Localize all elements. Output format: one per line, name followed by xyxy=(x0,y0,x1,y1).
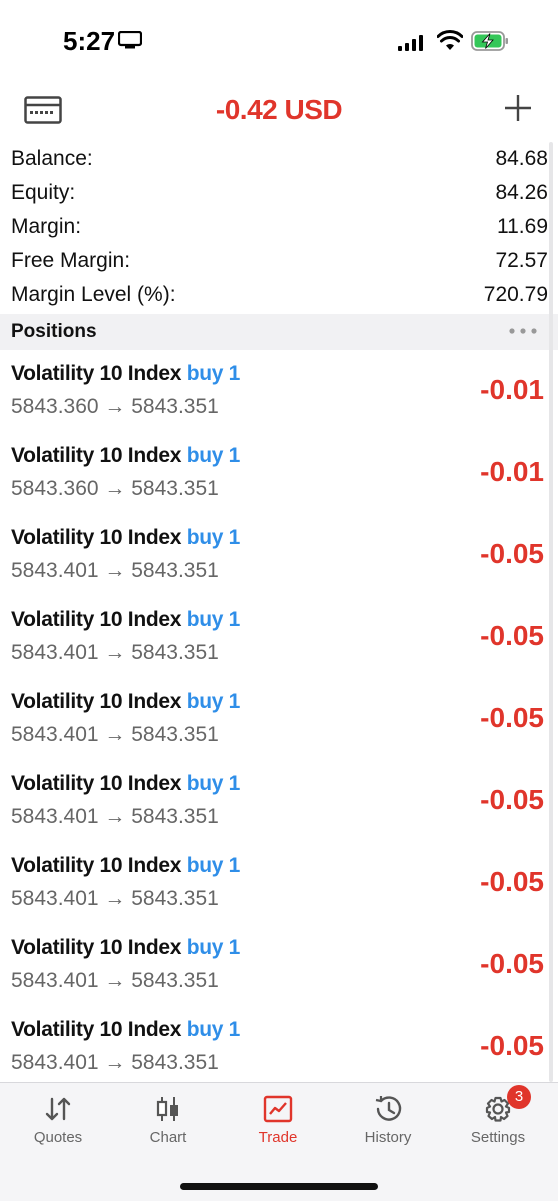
position-type: buy 1 xyxy=(186,690,241,713)
position-profit: -0.05 xyxy=(480,620,544,651)
position-prices: 5843.401 → 5843.351 xyxy=(11,559,219,582)
position-type: buy 1 xyxy=(186,1018,241,1041)
position-type: buy 1 xyxy=(186,936,241,959)
position-symbol: Volatility 10 Index xyxy=(11,444,182,467)
equity-value: 84.26 xyxy=(495,181,548,204)
tab-chart-label: Chart xyxy=(149,1129,187,1146)
position-row[interactable]: Volatility 10 Index buy 1 5843.401 → 584… xyxy=(0,842,548,923)
battery-charging-icon xyxy=(471,31,508,51)
new-order-plus-icon[interactable] xyxy=(502,92,534,124)
position-profit: -0.05 xyxy=(480,1030,544,1061)
position-type: buy 1 xyxy=(186,526,241,549)
position-symbol: Volatility 10 Index xyxy=(11,1018,182,1041)
position-symbol: Volatility 10 Index xyxy=(11,772,182,795)
position-profit: -0.01 xyxy=(480,374,544,405)
position-prices: 5843.360 → 5843.351 xyxy=(11,395,219,418)
position-row[interactable]: Volatility 10 Index buy 1 5843.401 → 584… xyxy=(0,1006,548,1087)
position-profit: -0.05 xyxy=(480,784,544,815)
position-type: buy 1 xyxy=(186,362,241,385)
position-row[interactable]: Volatility 10 Index buy 1 5843.401 → 584… xyxy=(0,760,548,841)
balance-value: 84.68 xyxy=(495,147,548,170)
position-prices: 5843.401 → 5843.351 xyxy=(11,969,219,992)
position-row[interactable]: Volatility 10 Index buy 1 5843.401 → 584… xyxy=(0,924,548,1005)
position-profit: -0.05 xyxy=(480,866,544,897)
total-profit: -0.42 USD xyxy=(215,94,343,125)
position-symbol: Volatility 10 Index xyxy=(11,854,182,877)
tab-quotes-label: Quotes xyxy=(33,1129,83,1146)
tab-history-label: History xyxy=(364,1129,412,1146)
position-symbol: Volatility 10 Index xyxy=(11,936,182,959)
position-row[interactable]: Volatility 10 Index buy 1 5843.401 → 584… xyxy=(0,514,548,595)
chart-icon xyxy=(156,1097,178,1121)
more-options-icon[interactable] xyxy=(508,323,538,339)
positions-list: Volatility 10 Index buy 1 5843.360 → 584… xyxy=(0,350,558,1082)
equity-row: Equity: 84.26 xyxy=(11,177,548,211)
position-symbol: Volatility 10 Index xyxy=(11,526,182,549)
position-prices: 5843.401 → 5843.351 xyxy=(11,641,219,664)
status-bar: 5:27 xyxy=(0,0,558,84)
wifi-icon xyxy=(437,30,463,50)
position-row[interactable]: Volatility 10 Index buy 1 5843.360 → 584… xyxy=(0,350,548,431)
equity-label: Equity: xyxy=(11,181,76,204)
balance-row: Balance: 84.68 xyxy=(11,143,548,177)
screen-mirroring-icon xyxy=(118,31,142,49)
position-type: buy 1 xyxy=(186,608,241,631)
position-prices: 5843.401 → 5843.351 xyxy=(11,1051,219,1074)
settings-notification-badge: 3 xyxy=(507,1085,531,1109)
position-profit: -0.01 xyxy=(480,456,544,487)
tab-quotes[interactable]: Quotes xyxy=(8,1091,108,1155)
positions-section-header: Positions xyxy=(0,314,558,350)
tab-trade[interactable]: Trade xyxy=(228,1091,328,1155)
trade-icon xyxy=(263,1095,293,1123)
account-summary: Balance: 84.68 Equity: 84.26 Margin: 11.… xyxy=(0,142,558,314)
position-profit: -0.05 xyxy=(480,702,544,733)
margin-row: Margin: 11.69 xyxy=(11,211,548,245)
tab-settings[interactable]: 3 Settings xyxy=(448,1085,548,1155)
tab-history[interactable]: History xyxy=(338,1091,438,1155)
position-symbol: Volatility 10 Index xyxy=(11,608,182,631)
position-prices: 5843.401 → 5843.351 xyxy=(11,723,219,746)
position-prices: 5843.401 → 5843.351 xyxy=(11,805,219,828)
tab-settings-label: Settings xyxy=(470,1129,526,1146)
position-symbol: Volatility 10 Index xyxy=(11,690,182,713)
history-icon xyxy=(375,1096,402,1121)
position-symbol: Volatility 10 Index xyxy=(11,362,182,385)
position-row[interactable]: Volatility 10 Index buy 1 5843.360 → 584… xyxy=(0,432,548,513)
position-row[interactable]: Volatility 10 Index buy 1 5843.401 → 584… xyxy=(0,596,548,677)
signal-icon xyxy=(398,35,423,51)
margin-label: Margin: xyxy=(11,215,82,238)
position-profit: -0.05 xyxy=(480,948,544,979)
tab-trade-label: Trade xyxy=(258,1129,298,1146)
quotes-icon xyxy=(45,1097,71,1121)
free-margin-value: 72.57 xyxy=(495,249,548,272)
position-profit: -0.05 xyxy=(480,538,544,569)
position-type: buy 1 xyxy=(186,444,241,467)
balance-label: Balance: xyxy=(11,147,93,170)
position-type: buy 1 xyxy=(186,772,241,795)
position-prices: 5843.360 → 5843.351 xyxy=(11,477,219,500)
trade-header: -0.42 USD xyxy=(0,84,558,142)
home-indicator xyxy=(180,1183,378,1190)
margin-level-label: Margin Level (%): xyxy=(11,283,176,306)
status-time: 5:27 xyxy=(63,26,116,56)
bottom-tab-bar: Quotes Chart Trade History 3 Settings xyxy=(0,1082,558,1201)
position-row[interactable]: Volatility 10 Index buy 1 5843.401 → 584… xyxy=(0,678,548,759)
free-margin-label: Free Margin: xyxy=(11,249,131,272)
free-margin-row: Free Margin: 72.57 xyxy=(11,245,548,279)
margin-level-row: Margin Level (%): 720.79 xyxy=(11,279,548,313)
position-type: buy 1 xyxy=(186,854,241,877)
tab-chart[interactable]: Chart xyxy=(118,1091,218,1155)
margin-level-value: 720.79 xyxy=(483,283,548,306)
positions-title: Positions xyxy=(11,321,97,342)
margin-value: 11.69 xyxy=(497,215,548,238)
scrollbar[interactable] xyxy=(549,142,553,1082)
position-prices: 5843.401 → 5843.351 xyxy=(11,887,219,910)
